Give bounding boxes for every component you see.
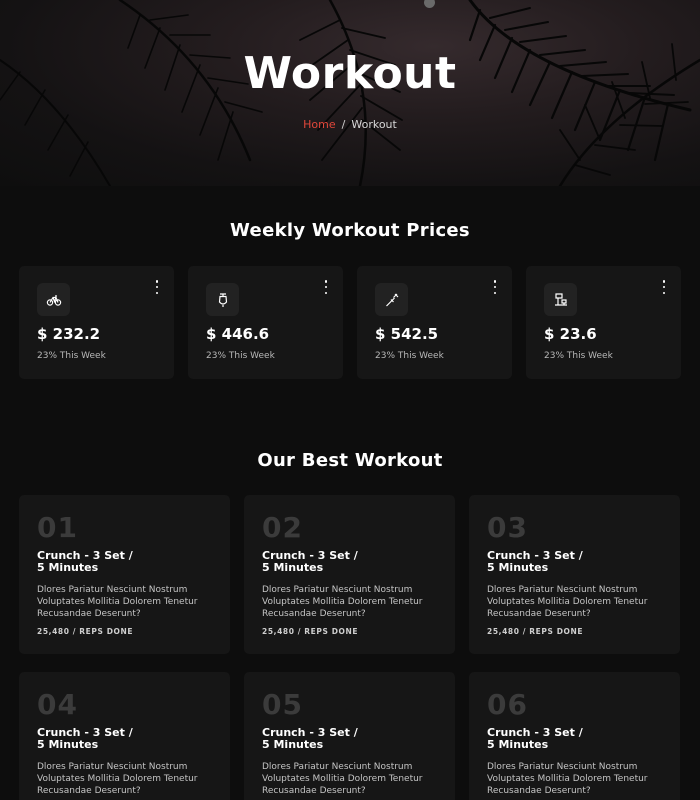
- workout-card[interactable]: 06 Crunch - 3 Set /5 Minutes Dlores Pari…: [469, 672, 680, 800]
- price-trend: 23% This Week: [375, 351, 444, 361]
- workout-card[interactable]: 05 Crunch - 3 Set /5 Minutes Dlores Pari…: [244, 672, 455, 800]
- workout-number: 04: [37, 688, 78, 721]
- prices-section-title: Weekly Workout Prices: [230, 220, 470, 241]
- price-value: $ 446.6: [206, 325, 270, 343]
- workout-card[interactable]: 01 Crunch - 3 Set /5 Minutes Dlores Pari…: [19, 495, 230, 654]
- jump-rope-icon: [375, 283, 408, 316]
- breadcrumb-home-link[interactable]: Home: [303, 118, 335, 131]
- price-trend: 23% This Week: [544, 351, 613, 361]
- breadcrumb-current: Workout: [351, 118, 397, 131]
- price-card: $ 232.2 23% This Week: [19, 266, 174, 379]
- workout-number: 05: [262, 688, 303, 721]
- workouts-section-title: Our Best Workout: [257, 450, 443, 471]
- more-options-icon[interactable]: [154, 280, 160, 294]
- kettlebell-icon: [206, 283, 239, 316]
- more-options-icon[interactable]: [661, 280, 667, 294]
- price-card: $ 542.5 23% This Week: [357, 266, 512, 379]
- workout-title: Crunch - 3 Set /5 Minutes: [262, 549, 358, 574]
- bicycle-icon: [37, 283, 70, 316]
- workout-number: 03: [487, 511, 528, 544]
- price-trend: 23% This Week: [206, 351, 275, 361]
- workout-card[interactable]: 02 Crunch - 3 Set /5 Minutes Dlores Pari…: [244, 495, 455, 654]
- price-card: $ 23.6 23% This Week: [526, 266, 681, 379]
- more-options-icon[interactable]: [492, 280, 498, 294]
- price-card: $ 446.6 23% This Week: [188, 266, 343, 379]
- exercise-machine-icon: [544, 283, 577, 316]
- workout-card[interactable]: 03 Crunch - 3 Set /5 Minutes Dlores Pari…: [469, 495, 680, 654]
- workout-description: Dlores Pariatur Nesciunt Nostrum Volupta…: [487, 585, 648, 619]
- workout-title: Crunch - 3 Set /5 Minutes: [262, 726, 358, 751]
- workout-number: 02: [262, 511, 303, 544]
- workout-card[interactable]: 04 Crunch - 3 Set /5 Minutes Dlores Pari…: [19, 672, 230, 800]
- breadcrumb: Home / Workout: [0, 118, 700, 131]
- workout-reps: 25,480 / REPS DONE: [37, 627, 134, 636]
- workout-title: Crunch - 3 Set /5 Minutes: [37, 726, 133, 751]
- page-hero: Workout Home / Workout: [0, 0, 700, 186]
- workout-description: Dlores Pariatur Nesciunt Nostrum Volupta…: [262, 585, 423, 619]
- page-title: Workout: [243, 48, 457, 99]
- workout-description: Dlores Pariatur Nesciunt Nostrum Volupta…: [262, 762, 423, 796]
- workout-reps: 25,480 / REPS DONE: [262, 627, 359, 636]
- price-trend: 23% This Week: [37, 351, 106, 361]
- workout-title: Crunch - 3 Set /5 Minutes: [487, 726, 583, 751]
- workout-title: Crunch - 3 Set /5 Minutes: [37, 549, 133, 574]
- workout-number: 06: [487, 688, 528, 721]
- price-value: $ 23.6: [544, 325, 597, 343]
- price-value: $ 232.2: [37, 325, 101, 343]
- workout-title: Crunch - 3 Set /5 Minutes: [487, 549, 583, 574]
- price-value: $ 542.5: [375, 325, 439, 343]
- more-options-icon[interactable]: [323, 280, 329, 294]
- workout-number: 01: [37, 511, 78, 544]
- workout-description: Dlores Pariatur Nesciunt Nostrum Volupta…: [37, 585, 198, 619]
- workout-description: Dlores Pariatur Nesciunt Nostrum Volupta…: [37, 762, 198, 796]
- workout-description: Dlores Pariatur Nesciunt Nostrum Volupta…: [487, 762, 648, 796]
- workout-reps: 25,480 / REPS DONE: [487, 627, 584, 636]
- breadcrumb-separator: /: [341, 118, 346, 131]
